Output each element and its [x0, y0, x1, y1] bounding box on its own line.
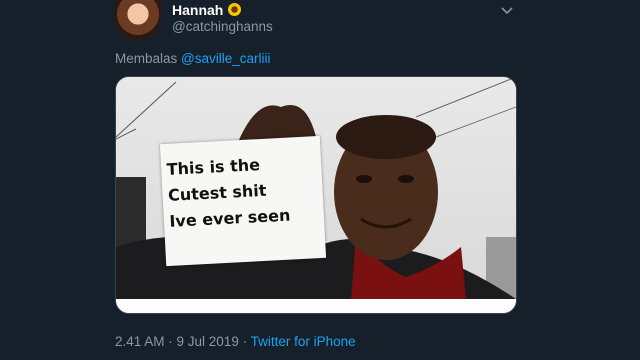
sunflower-icon	[228, 3, 242, 16]
reply-context: Membalas @saville_carliii	[115, 51, 271, 66]
avatar[interactable]	[115, 0, 161, 40]
author-name-text[interactable]: Hannah	[172, 2, 223, 18]
reply-mention-link[interactable]: @saville_carliii	[181, 51, 270, 66]
author-name[interactable]: Hannah	[172, 2, 242, 18]
tweet-meta: 2.41 AM · 9 Jul 2019 · Twitter for iPhon…	[115, 334, 356, 349]
sign-text: This is the Cutest shit Ive ever seen	[166, 149, 320, 235]
tweet-timestamp[interactable]: 2.41 AM · 9 Jul 2019 ·	[115, 334, 247, 349]
chevron-down-icon[interactable]	[500, 6, 514, 16]
tweet-media[interactable]: This is the Cutest shit Ive ever seen	[115, 76, 517, 314]
media-bottom-strip	[116, 299, 516, 313]
reply-prefix: Membalas	[115, 51, 178, 66]
tweet-source-link[interactable]: Twitter for iPhone	[251, 334, 356, 349]
author-handle[interactable]: @catchinghanns	[172, 19, 273, 34]
